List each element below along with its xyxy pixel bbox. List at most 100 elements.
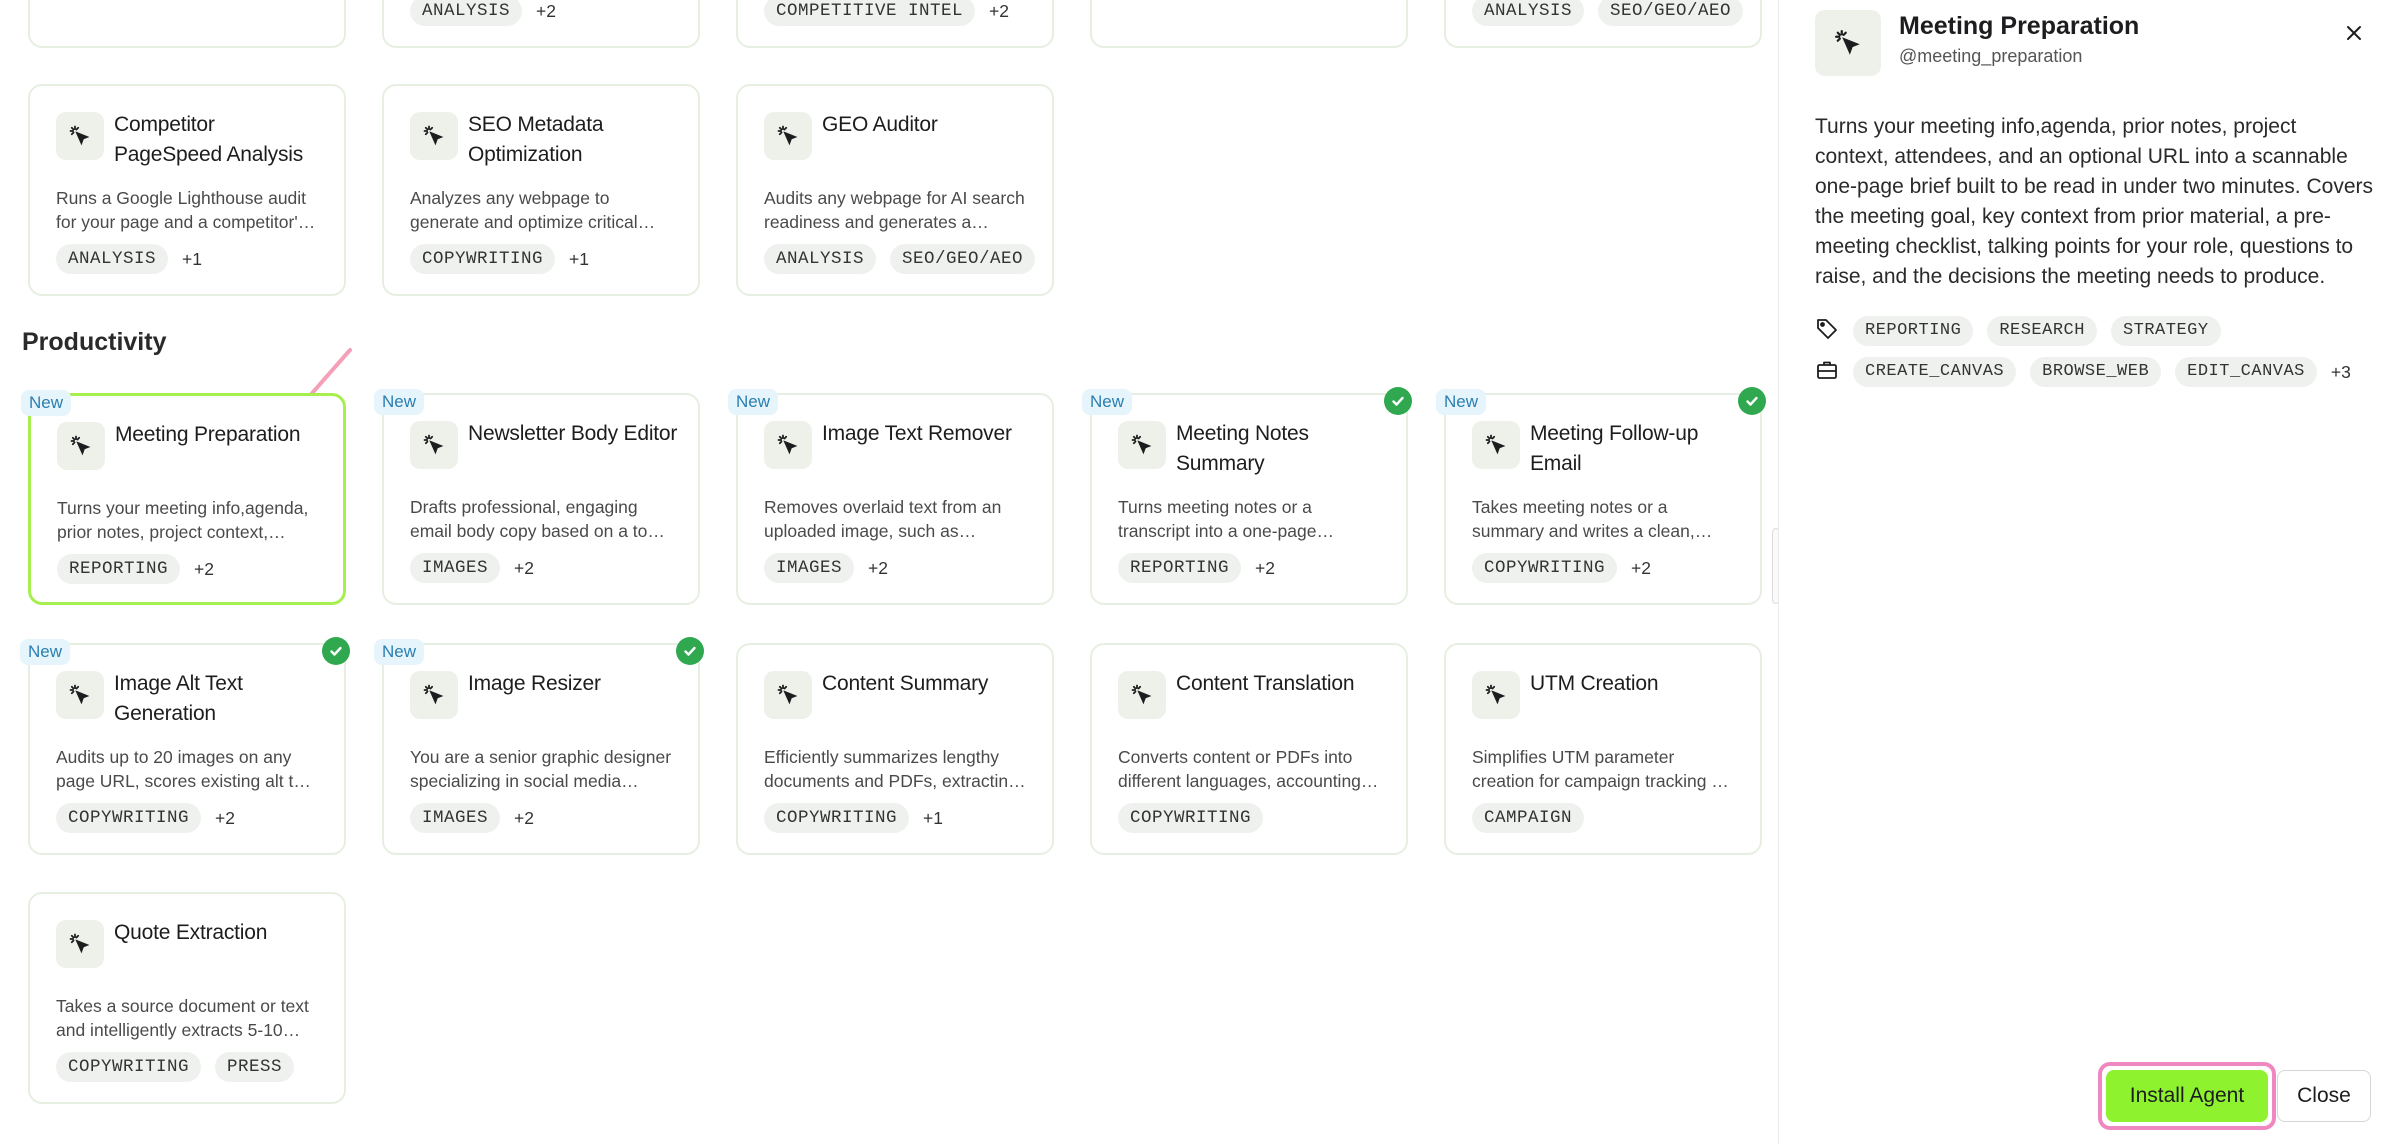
agent-card[interactable]: Meeting Notes Summary Turns meeting notes… bbox=[1082, 387, 1412, 605]
category-tag: ANALYSIS bbox=[56, 244, 169, 274]
category-tag: REPORTING bbox=[57, 554, 181, 584]
agent-card-description: Takes a source document or text and inte… bbox=[56, 996, 309, 1040]
more-tags-count: +2 bbox=[514, 557, 534, 578]
cursor-click-icon bbox=[410, 671, 458, 719]
more-tags-count: +1 bbox=[923, 807, 943, 828]
category-tag: COPYWRITING bbox=[764, 803, 910, 833]
agent-card[interactable]: Image Alt Text Generation Audits up to 20… bbox=[20, 637, 350, 855]
check-circle-icon bbox=[322, 637, 350, 665]
category-tag: SEO/GEO/AEO bbox=[1598, 0, 1744, 26]
close-icon[interactable] bbox=[2339, 18, 2369, 48]
agent-card-title: Competitor PageSpeed Analysis bbox=[114, 113, 304, 166]
panel-tag: RESEARCH bbox=[1987, 316, 2097, 346]
new-badge: New bbox=[1436, 389, 1487, 415]
agent-card-title: Image Text Remover bbox=[822, 422, 1012, 445]
agent-card[interactable]: Content Summary Efficiently summarizes le… bbox=[736, 643, 1054, 855]
card-tags: ANALYSIS +2 bbox=[410, 0, 556, 26]
close-button[interactable]: Close bbox=[2277, 1070, 2371, 1122]
cursor-click-icon bbox=[1472, 421, 1520, 469]
panel-tags-row: REPORTING RESEARCH STRATEGY bbox=[1815, 316, 2221, 346]
more-tags-count: +1 bbox=[182, 248, 202, 269]
check-circle-icon bbox=[1738, 387, 1766, 415]
agent-card-title: GEO Auditor bbox=[822, 113, 938, 136]
toolbox-icon bbox=[1815, 358, 1839, 387]
category-tag: ANALYSIS bbox=[1472, 0, 1585, 26]
agent-card[interactable]: GEO Auditor Audits any webpage for AI sea… bbox=[736, 84, 1054, 296]
agent-card-description: Turns meeting notes or a transcript into… bbox=[1118, 497, 1317, 541]
new-badge: New bbox=[374, 639, 425, 665]
agent-card[interactable]: Image Text Remover Removes overlaid text … bbox=[728, 389, 1054, 605]
new-badge: New bbox=[728, 389, 779, 415]
panel-tools-row: CREATE_CANVAS BROWSE_WEB EDIT_CANVAS +3 bbox=[1815, 357, 2351, 387]
agent-card[interactable]: Newsletter Body Editor Drafts professiona… bbox=[374, 389, 700, 605]
card-tags: COPYWRITING +1 bbox=[764, 803, 943, 833]
agent-card[interactable]: Meeting Follow-up Email Takes meeting not… bbox=[1436, 387, 1766, 605]
more-tags-count: +2 bbox=[514, 807, 534, 828]
more-tags-count: +2 bbox=[215, 807, 235, 828]
agent-card-title: Meeting Preparation bbox=[115, 423, 301, 446]
card-tags: ANALYSIS SEO/GEO/AEO bbox=[1472, 0, 1744, 26]
new-badge: New bbox=[21, 390, 72, 416]
agent-card[interactable] bbox=[1090, 0, 1408, 48]
agent-card-description: Converts content or PDFs into different … bbox=[1118, 747, 1361, 791]
card-tags: COPYWRITING +2 bbox=[1472, 553, 1651, 583]
agent-card[interactable]: ANALYSIS SEO/GEO/AEO bbox=[1444, 0, 1762, 48]
cursor-click-icon bbox=[1118, 671, 1166, 719]
agent-card-description: Turns your meeting info,agenda, prior no… bbox=[57, 498, 309, 542]
agent-card[interactable]: Image Resizer You are a senior graphic de… bbox=[374, 637, 704, 855]
cursor-click-icon bbox=[1118, 421, 1166, 469]
new-badge: New bbox=[374, 389, 425, 415]
agent-grid: ANALYSIS +2 COMPETITIVE INTEL +2 ANALYSIS SEO… bbox=[0, 0, 1778, 1144]
agent-card-description: Efficiently summarizes lengthy documents… bbox=[764, 747, 1018, 791]
card-tags: IMAGES +2 bbox=[764, 553, 888, 583]
cursor-click-icon bbox=[56, 112, 104, 160]
new-badge: New bbox=[20, 639, 71, 665]
panel-tag: REPORTING bbox=[1853, 316, 1974, 346]
more-tags-count: +2 bbox=[868, 557, 888, 578]
agent-icon bbox=[1815, 10, 1881, 76]
more-tags-count: +2 bbox=[194, 558, 214, 579]
panel-tag: STRATEGY bbox=[2110, 316, 2221, 346]
agent-card-title: Image Alt Text Generation bbox=[114, 672, 243, 725]
more-tags-count: +2 bbox=[536, 0, 556, 21]
category-tag: COPYWRITING bbox=[1118, 803, 1264, 833]
card-tags: IMAGES +2 bbox=[410, 553, 534, 583]
agent-card-description: Removes overlaid text from an uploaded i… bbox=[764, 497, 1002, 541]
agent-card-description: Drafts professional, engaging email body… bbox=[410, 497, 670, 541]
more-tags-count: +1 bbox=[569, 248, 589, 269]
agent-card[interactable]: COMPETITIVE INTEL +2 bbox=[736, 0, 1054, 48]
category-tag: PRESS bbox=[215, 1052, 295, 1082]
agent-card[interactable]: Quote Extraction Takes a source document … bbox=[28, 892, 346, 1104]
agent-card[interactable]: UTM Creation Simplifies UTM parameter cre… bbox=[1444, 643, 1762, 855]
category-tag: REPORTING bbox=[1118, 553, 1242, 583]
category-tag: IMAGES bbox=[410, 803, 501, 833]
agent-card[interactable] bbox=[28, 0, 346, 48]
category-tag: ANALYSIS bbox=[410, 0, 523, 26]
card-tags: COPYWRITING +2 bbox=[56, 803, 235, 833]
more-tags-count: +2 bbox=[989, 0, 1009, 21]
card-tags: CAMPAIGN bbox=[1472, 803, 1585, 833]
more-tags-count: +2 bbox=[1631, 557, 1651, 578]
agent-card[interactable]: SEO Metadata Optimization Analyzes any we… bbox=[382, 84, 700, 296]
card-tags: COPYWRITING bbox=[1118, 803, 1264, 833]
panel-tool: EDIT_CANVAS bbox=[2175, 357, 2317, 387]
agent-card[interactable]: Competitor PageSpeed Analysis Runs a Goog… bbox=[28, 84, 346, 296]
agent-card-title: Content Translation bbox=[1176, 672, 1355, 695]
agent-card-title: Newsletter Body Editor bbox=[468, 422, 678, 445]
category-tag: COPYWRITING bbox=[1472, 553, 1618, 583]
card-tags: COMPETITIVE INTEL +2 bbox=[764, 0, 1009, 26]
card-tags: IMAGES +2 bbox=[410, 803, 534, 833]
agent-card[interactable]: Meeting Preparation Turns your meeting in… bbox=[21, 390, 346, 605]
check-circle-icon bbox=[676, 637, 704, 665]
agent-card[interactable]: ANALYSIS +2 bbox=[382, 0, 700, 48]
install-highlight: Install Agent bbox=[2098, 1062, 2276, 1130]
agent-detail-panel: Meeting Preparation @meeting_preparation… bbox=[1778, 0, 2396, 1144]
install-agent-button[interactable]: Install Agent bbox=[2106, 1070, 2268, 1122]
agent-card[interactable]: Content Translation Converts content or P… bbox=[1090, 643, 1408, 855]
agent-card-title: Content Summary bbox=[822, 672, 989, 695]
section-title: Productivity bbox=[22, 328, 167, 356]
card-tags: COPYWRITING PRESS bbox=[56, 1052, 295, 1082]
cursor-click-icon bbox=[57, 422, 105, 470]
card-tags: ANALYSIS +1 bbox=[56, 244, 202, 274]
check-circle-icon bbox=[1384, 387, 1412, 415]
